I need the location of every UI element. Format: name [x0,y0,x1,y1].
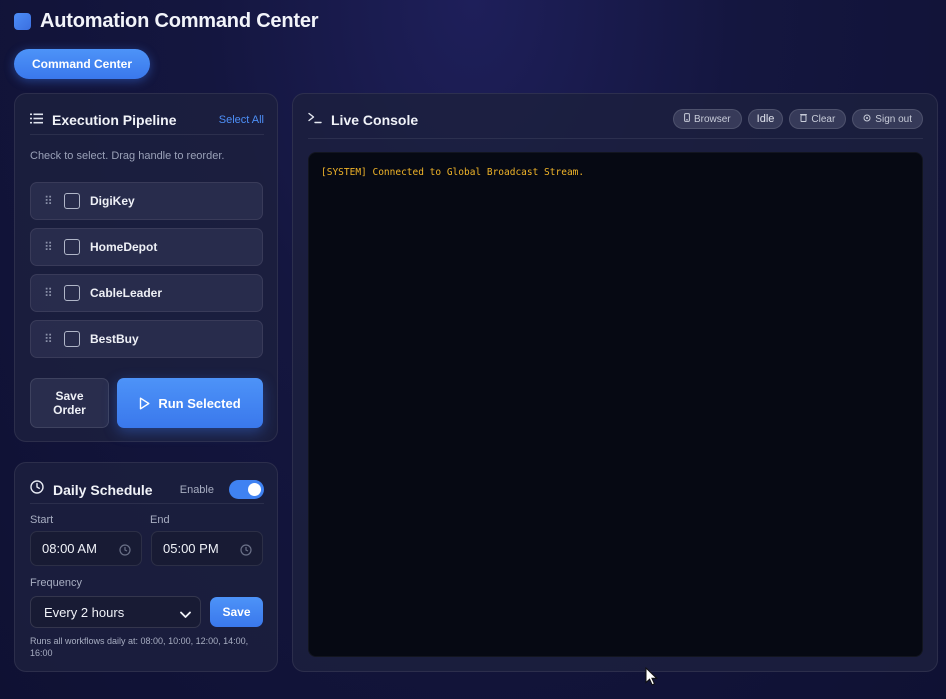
select-checkbox[interactable] [64,239,80,255]
trash-icon [800,113,808,125]
console-toolbar: Browser Idle Clear Sign out [672,109,923,129]
store-name: HomeDepot [90,240,158,254]
end-label: End [150,514,170,526]
run-selected-label: Run Selected [158,395,241,411]
select-checkbox[interactable] [64,331,80,347]
start-time-value: 08:00 AM [42,541,97,556]
store-name: DigiKey [90,194,135,208]
divider [308,138,923,139]
time-picker-icon[interactable] [119,543,131,561]
live-console-panel: Live Console Browser Idle Clear Sign out… [292,93,938,672]
sign-out-icon [863,114,871,125]
app-header: Automation Command Center [14,10,319,33]
select-all-link[interactable]: Select All [219,114,264,126]
store-name: CableLeader [90,286,163,300]
frequency-label: Frequency [30,577,82,589]
drag-handle-icon[interactable]: ⠿ [44,195,53,207]
console-header: Live Console [308,111,418,129]
play-icon [139,397,150,410]
run-selected-button[interactable]: Run Selected [117,378,263,428]
enable-toggle[interactable] [229,480,264,499]
clear-button[interactable]: Clear [789,109,847,129]
pipeline-title: Execution Pipeline [52,112,177,128]
select-checkbox[interactable] [64,193,80,209]
drag-handle-icon[interactable]: ⠿ [44,241,53,253]
list-icon [30,111,43,129]
browser-label: Browser [693,113,731,125]
end-time-value: 05:00 PM [163,541,219,556]
console-title: Live Console [331,112,419,128]
console-output[interactable]: [SYSTEM] Connected to Global Broadcast S… [308,152,923,657]
status-badge: Idle [747,109,784,129]
frequency-select[interactable]: Every 2 hours [30,596,201,628]
daily-schedule-panel: Daily Schedule Enable Start End 08:00 AM… [14,462,278,672]
select-checkbox[interactable] [64,285,80,301]
list-item[interactable]: ⠿ DigiKey [30,182,263,220]
drag-handle-icon[interactable]: ⠿ [44,333,53,345]
tab-command-center[interactable]: Command Center [14,49,150,79]
enable-label: Enable [179,483,214,496]
pipeline-list: ⠿ DigiKey ⠿ HomeDepot ⠿ CableLeader ⠿ Be… [30,182,263,366]
app-title: Automation Command Center [40,10,319,32]
app-logo [14,13,31,30]
chevron-down-icon [180,607,191,622]
start-time-input[interactable]: 08:00 AM [30,531,142,566]
list-item[interactable]: ⠿ HomeDepot [30,228,263,266]
time-picker-icon[interactable] [240,543,252,561]
divider [30,503,264,504]
toggle-knob [248,483,261,496]
pipeline-header: Execution Pipeline Select All [30,111,264,129]
list-item[interactable]: ⠿ BestBuy [30,320,263,358]
drag-handle-icon[interactable]: ⠿ [44,287,53,299]
store-name: BestBuy [90,332,139,346]
end-time-input[interactable]: 05:00 PM [151,531,263,566]
schedule-title: Daily Schedule [53,481,153,498]
log-line: [SYSTEM] Connected to Global Broadcast S… [321,167,585,178]
frequency-value: Every 2 hours [44,604,125,620]
save-order-button[interactable]: Save Order [30,378,109,428]
save-order-label: Save Order [53,389,86,417]
browser-button[interactable]: Browser [672,109,742,129]
execution-pipeline-panel: Execution Pipeline Select All Check to s… [14,93,278,442]
clock-icon [30,480,44,499]
clear-label: Clear [811,113,836,125]
sign-out-label: Sign out [875,113,912,125]
terminal-icon [308,111,322,129]
mouse-cursor-icon [645,666,658,691]
start-label: Start [30,514,54,526]
divider [30,134,264,135]
schedule-header: Daily Schedule Enable [30,480,264,499]
schedule-note: Runs all workflows daily at: 08:00, 10:0… [30,636,249,658]
list-item[interactable]: ⠿ CableLeader [30,274,263,312]
save-schedule-button[interactable]: Save [210,597,263,627]
pipeline-hint: Check to select. Drag handle to reorder. [30,150,225,162]
sign-out-button[interactable]: Sign out [852,109,923,129]
browser-icon [684,113,690,125]
